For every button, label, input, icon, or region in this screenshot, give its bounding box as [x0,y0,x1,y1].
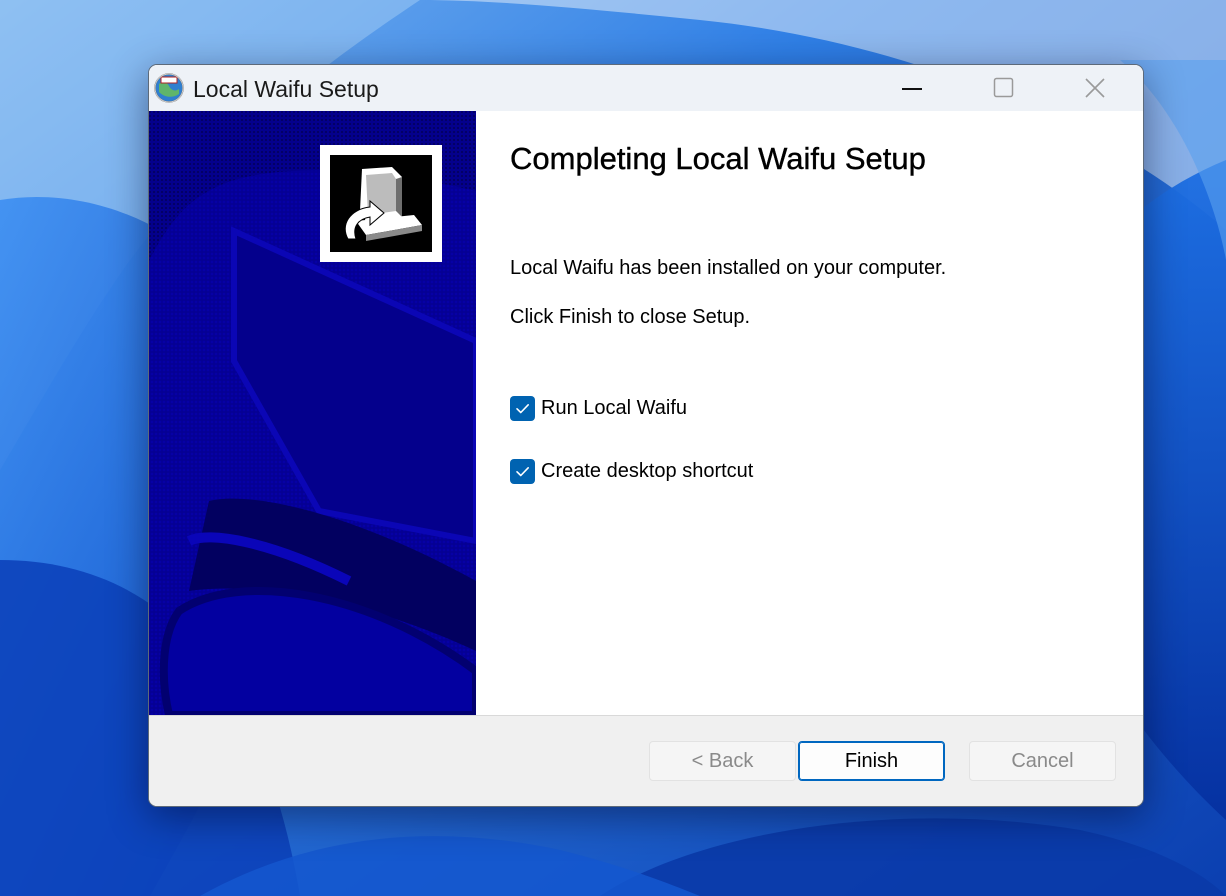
setup-window: Local Waifu Setup Completing Local Waifu… [148,64,1144,807]
run-app-label[interactable]: Run Local Waifu [541,397,687,420]
cancel-button[interactable]: Cancel [969,741,1116,781]
back-button[interactable]: < Back [649,741,796,781]
window-title: Local Waifu Setup [193,76,379,102]
maximize-button[interactable] [957,65,1049,111]
minimize-icon [902,88,922,90]
finish-button[interactable]: Finish [798,741,945,781]
installer-app-icon [154,73,184,103]
finish-instruction: Click Finish to close Setup. [510,306,751,328]
run-app-checkbox[interactable] [510,395,535,421]
desktop-shortcut-label[interactable]: Create desktop shortcut [541,460,753,483]
checkmark-icon [516,403,529,413]
button-bar: < Back Finish Cancel [149,715,1143,806]
installed-message: Local Waifu has been installed on your c… [510,257,947,279]
run-app-option[interactable]: Run Local Waifu [510,394,687,422]
desktop-shortcut-checkbox[interactable] [510,458,535,484]
page-title: Completing Local Waifu Setup [510,141,926,176]
minimize-button[interactable] [865,65,957,111]
wizard-banner [149,111,476,715]
close-button[interactable] [1049,65,1141,111]
computer-install-icon [330,155,432,252]
wizard-content: Completing Local Waifu Setup Local Waifu… [476,111,1143,715]
title-bar[interactable]: Local Waifu Setup [149,65,1143,111]
banner-logo [320,145,442,262]
close-icon [1085,78,1105,98]
desktop-shortcut-option[interactable]: Create desktop shortcut [510,457,753,485]
maximize-icon [993,77,1014,98]
checkmark-icon [516,466,529,476]
